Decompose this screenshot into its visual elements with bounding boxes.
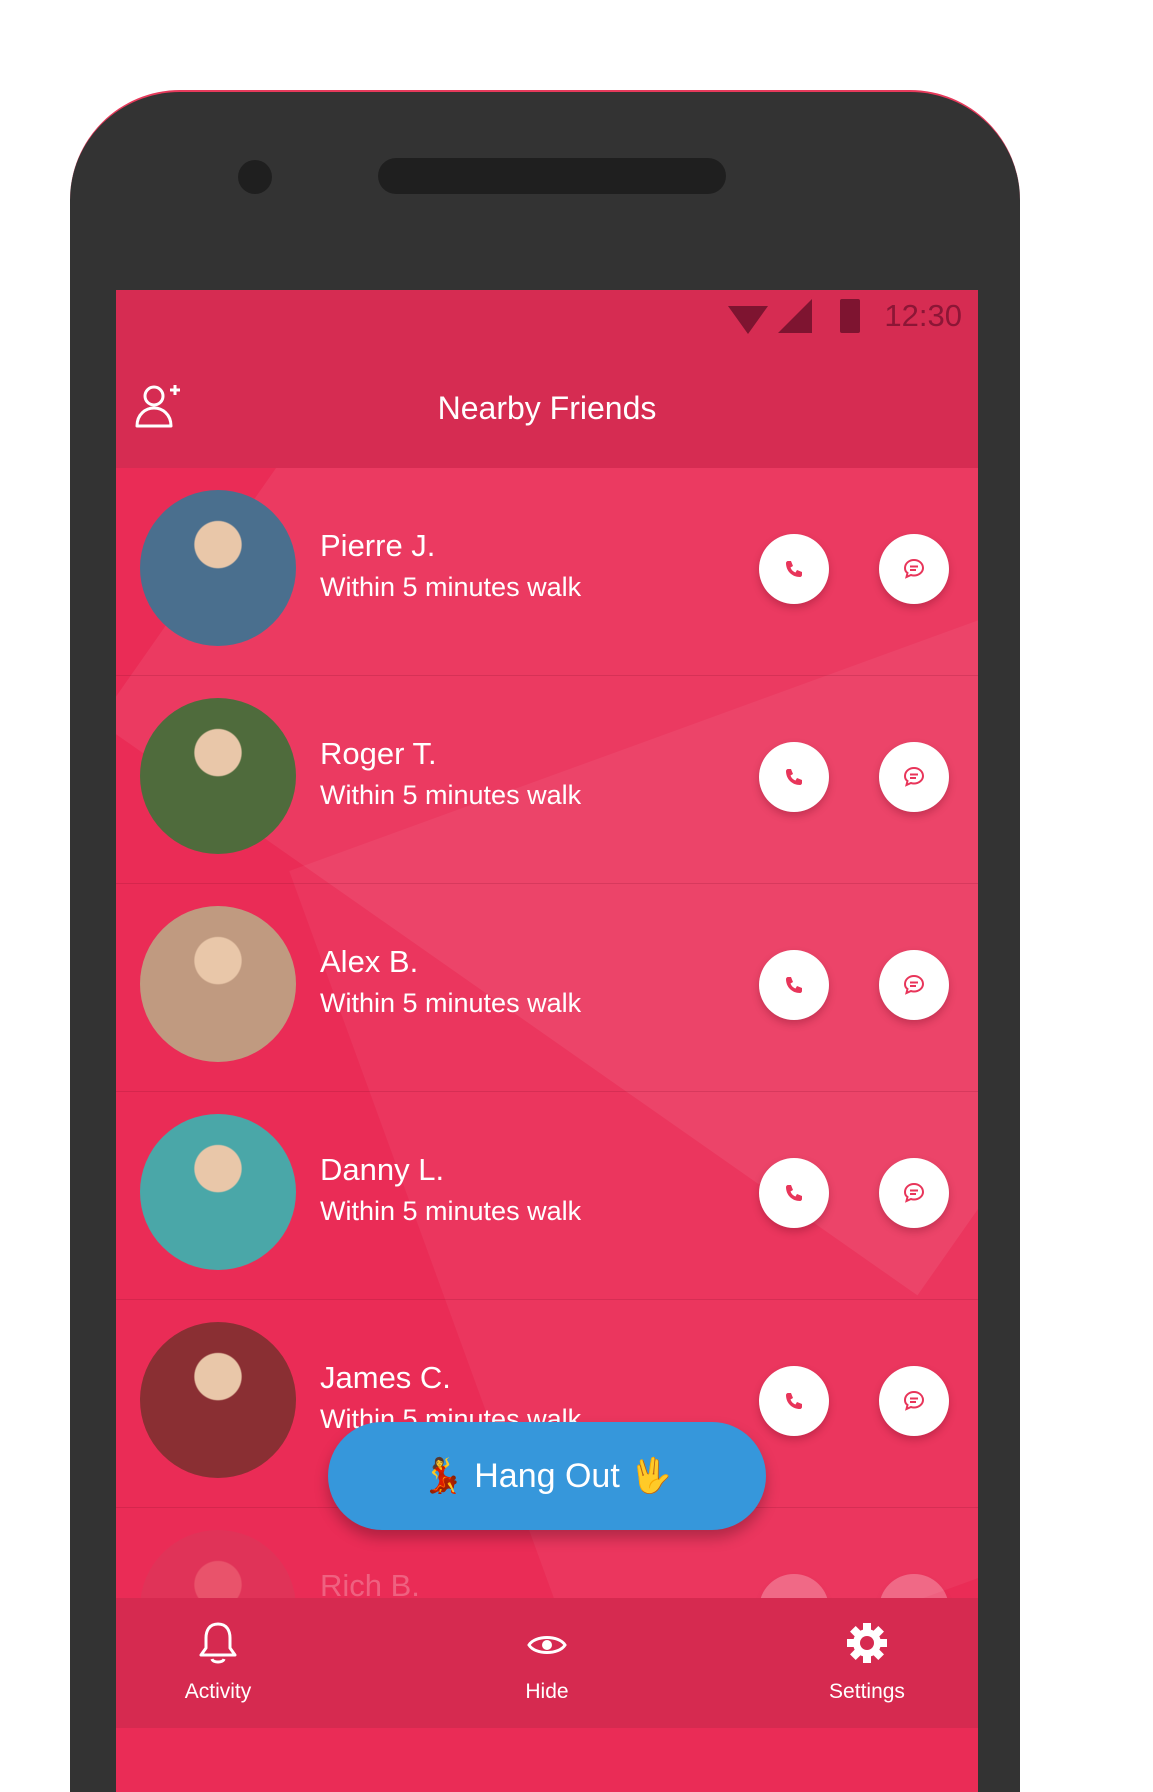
avatar[interactable] xyxy=(140,906,296,1062)
friend-name: James C. xyxy=(320,1360,451,1395)
friend-name: Danny L. xyxy=(320,1152,445,1187)
call-button[interactable] xyxy=(759,1366,829,1436)
call-button[interactable] xyxy=(759,742,829,812)
phone-icon xyxy=(786,1185,802,1201)
nav-label-settings: Settings xyxy=(829,1680,905,1703)
app-bar: Nearby Friends xyxy=(116,346,978,468)
call-button[interactable] xyxy=(759,1158,829,1228)
nav-label-hide: Hide xyxy=(525,1680,569,1703)
app-screen: 12:30 Nearby Friends Pierre J. Within 5 m… xyxy=(116,290,978,1792)
phone-icon xyxy=(786,977,802,993)
page-title: Nearby Friends xyxy=(437,390,657,426)
message-button[interactable] xyxy=(879,742,949,812)
status-clock: 12:30 xyxy=(884,298,962,333)
phone-frame: 12:30 Nearby Friends Pierre J. Within 5 m… xyxy=(70,90,1020,1792)
avatar[interactable] xyxy=(140,1114,296,1270)
call-button[interactable] xyxy=(759,950,829,1020)
friend-name: Roger T. xyxy=(320,736,437,771)
message-button[interactable] xyxy=(879,1158,949,1228)
friend-name: Pierre J. xyxy=(320,528,436,563)
gear-icon xyxy=(847,1623,887,1663)
message-icon xyxy=(903,1182,925,1203)
message-icon xyxy=(903,766,925,787)
hang-out-label: Hang Out xyxy=(474,1456,620,1495)
front-camera xyxy=(238,160,272,194)
nav-item-activity[interactable]: Activity xyxy=(138,1620,298,1704)
eye-icon xyxy=(527,1636,567,1654)
friend-row[interactable]: Pierre J. Within 5 minutes walk xyxy=(116,468,978,676)
friend-row[interactable]: Roger T. Within 5 minutes walk xyxy=(116,676,978,884)
message-button[interactable] xyxy=(879,950,949,1020)
message-icon xyxy=(903,558,925,579)
cell-signal-icon xyxy=(778,299,813,333)
friend-row[interactable]: Danny L. Within 5 minutes walk xyxy=(116,1092,978,1300)
wave-hand-emoji: 🖖 xyxy=(629,1457,673,1495)
phone-icon xyxy=(786,561,802,577)
friend-row[interactable]: Alex B. Within 5 minutes walk xyxy=(116,884,978,1092)
bottom-navigation: Activity Hide Settings xyxy=(116,1598,978,1728)
friend-name: Alex B. xyxy=(320,944,419,979)
nav-item-hide[interactable]: Hide xyxy=(467,1620,627,1704)
hang-out-button[interactable]: 💃 Hang Out 🖖 xyxy=(328,1422,766,1530)
call-button[interactable] xyxy=(759,534,829,604)
avatar[interactable] xyxy=(140,698,296,854)
dancer-emoji: 💃 xyxy=(421,1457,465,1495)
nav-label-activity: Activity xyxy=(184,1680,252,1703)
friend-distance: Within 5 minutes walk xyxy=(320,572,582,602)
phone-icon xyxy=(786,1393,802,1409)
message-button[interactable] xyxy=(879,534,949,604)
friend-distance: Within 5 minutes walk xyxy=(320,780,582,810)
avatar[interactable] xyxy=(140,1322,296,1478)
message-icon xyxy=(903,974,925,995)
wifi-icon xyxy=(728,306,769,334)
status-bar: 12:30 xyxy=(116,290,978,346)
friend-distance: Within 5 minutes walk xyxy=(320,1196,582,1226)
friend-distance: Within 5 minutes walk xyxy=(320,988,582,1018)
message-icon xyxy=(903,1390,925,1411)
phone-icon xyxy=(786,769,802,785)
message-button[interactable] xyxy=(879,1366,949,1436)
nav-item-settings[interactable]: Settings xyxy=(787,1620,947,1704)
avatar[interactable] xyxy=(140,490,296,646)
battery-icon xyxy=(840,299,861,333)
earpiece-speaker xyxy=(378,158,726,194)
bell-icon xyxy=(199,1622,237,1664)
